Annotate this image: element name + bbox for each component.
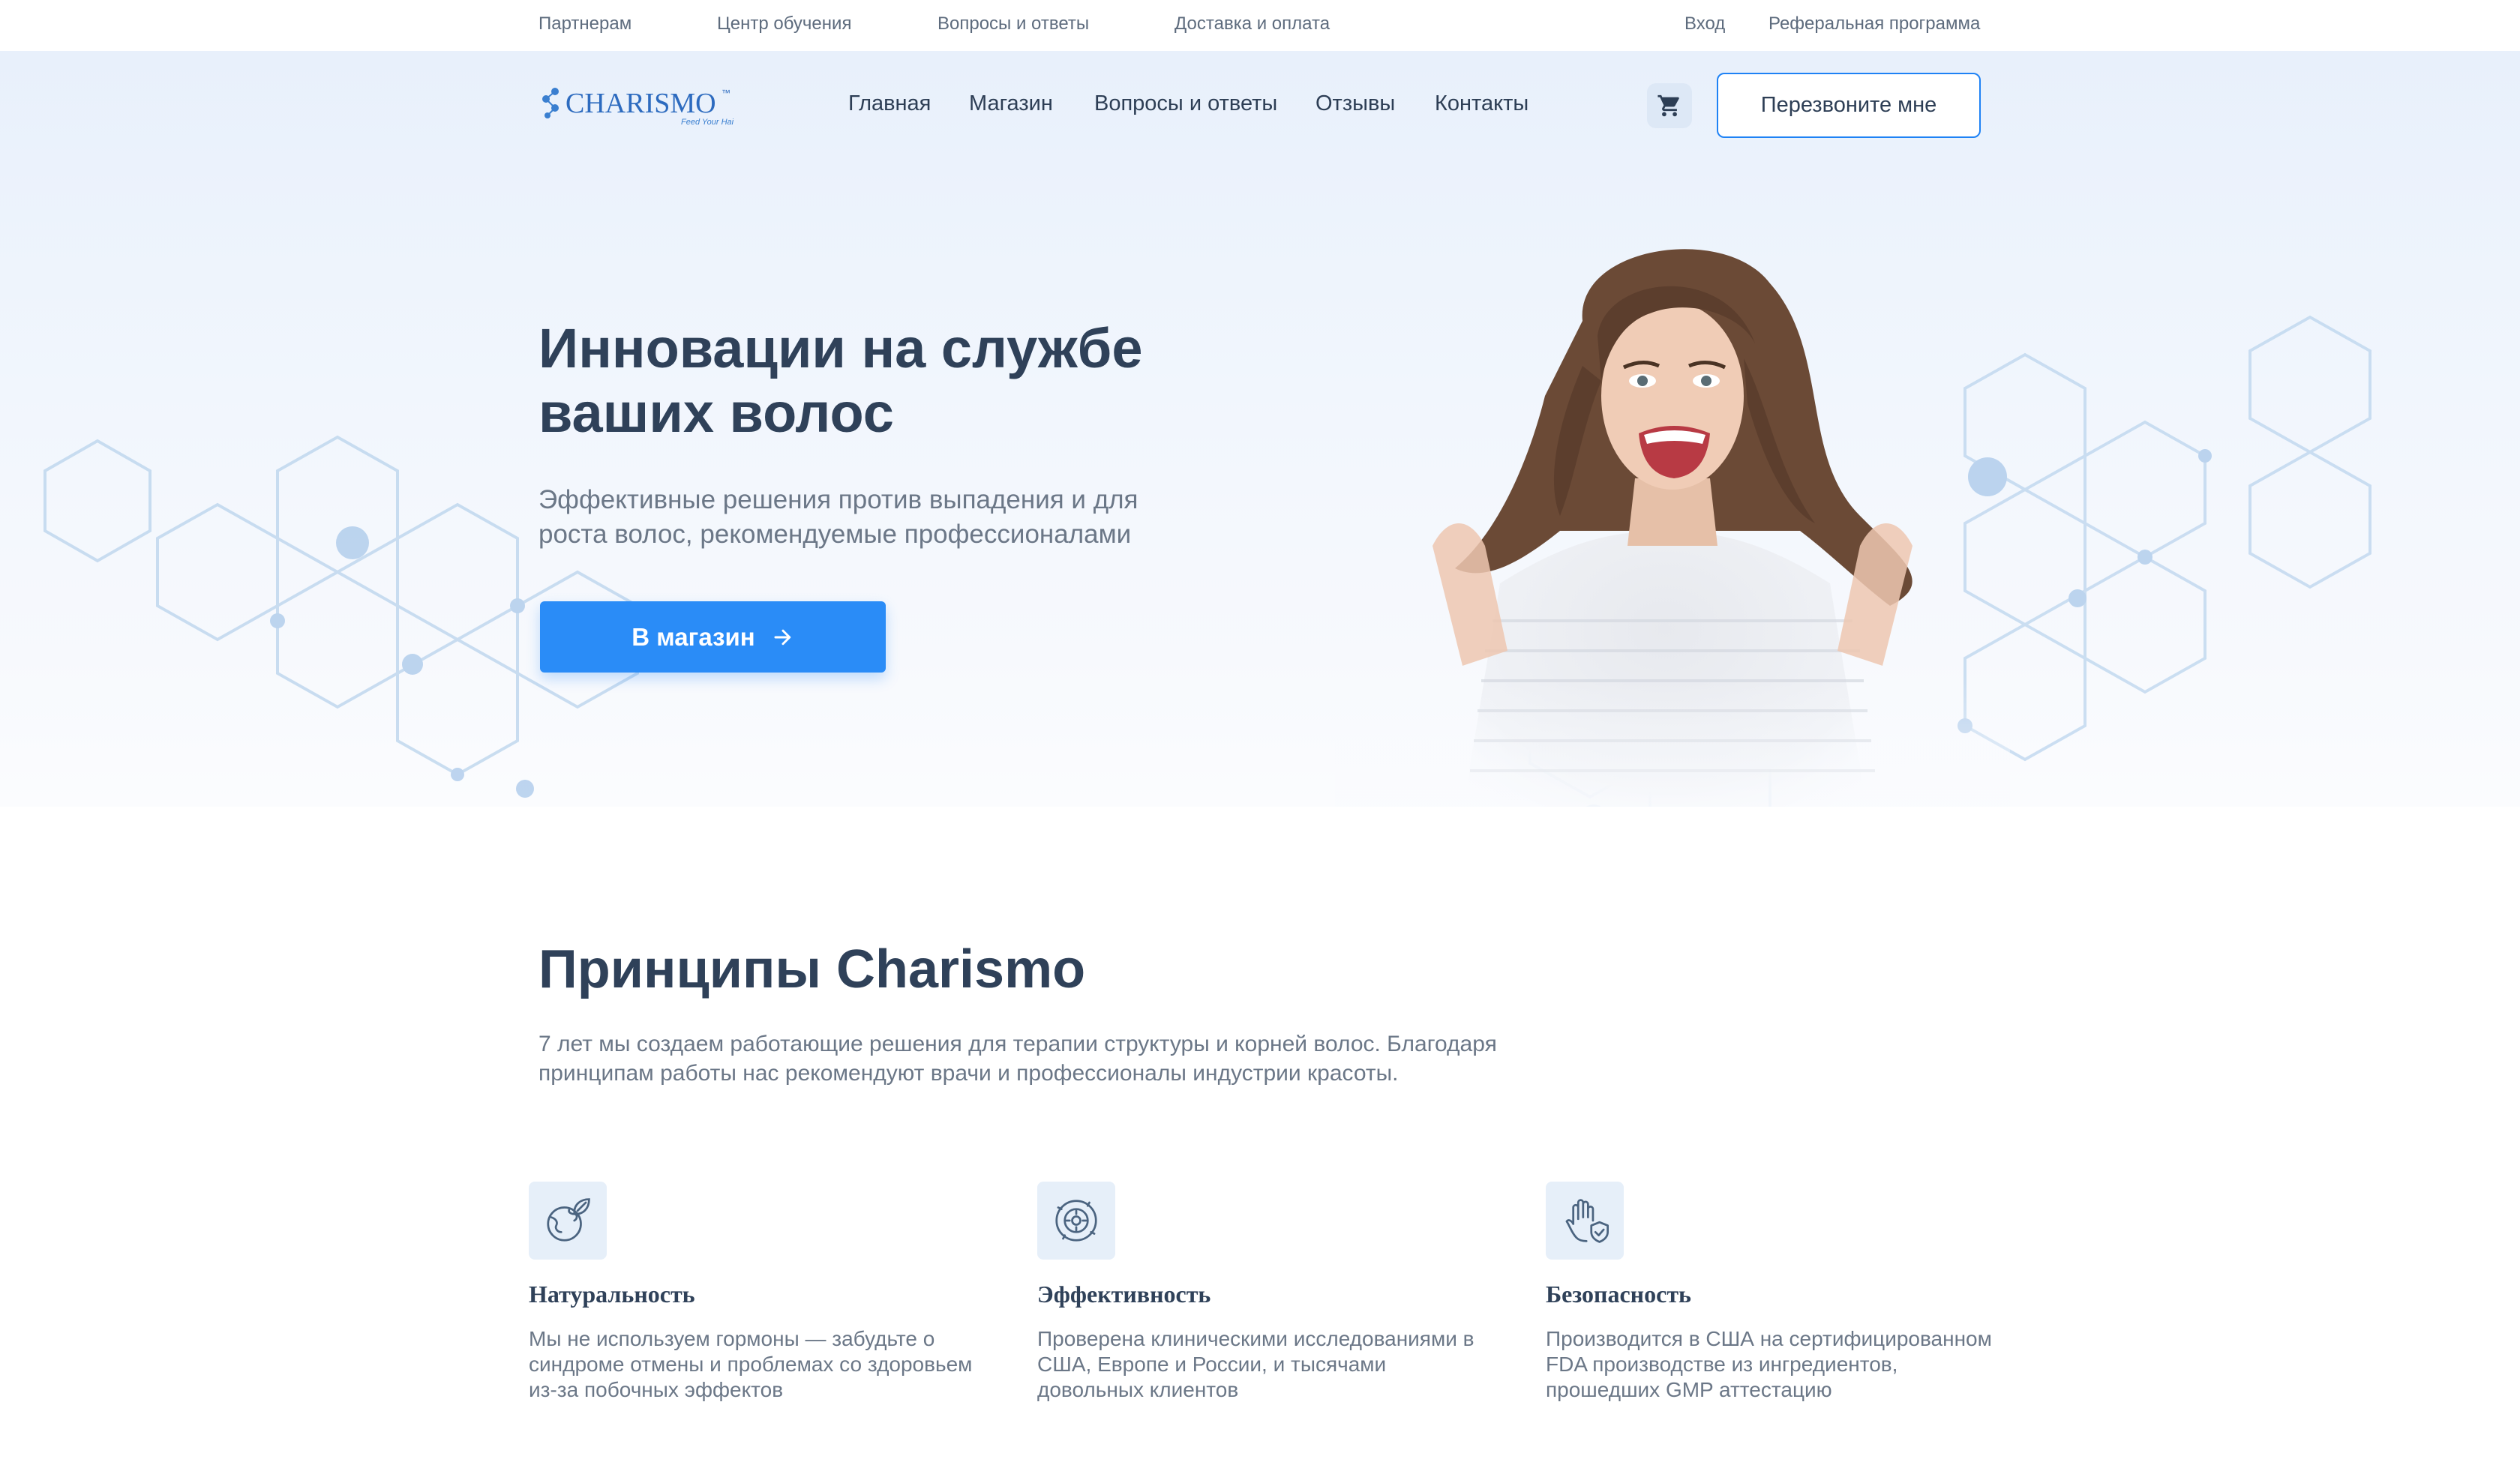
feature-naturalness: Натуральность Мы не используем гормоны —…: [529, 1182, 979, 1403]
earth-leaf-icon: [547, 1198, 590, 1242]
feature-text: Производится в США на сертифицированном …: [1546, 1327, 1992, 1401]
logo-tm: ™: [722, 88, 730, 98]
hero-woman-image: [1335, 249, 2010, 807]
feature-effectiveness: Эффективность Проверена клиническими исс…: [1037, 1182, 1487, 1403]
hero-title: Инновации на службе ваших волос: [538, 317, 1143, 444]
shop-cta-button[interactable]: В магазин: [540, 601, 886, 673]
feature-title: Натуральность: [529, 1281, 695, 1308]
nav-item-home[interactable]: Главная: [848, 91, 931, 116]
nav-item-reviews[interactable]: Отзывы: [1316, 91, 1395, 116]
nav-item-contacts[interactable]: Контакты: [1435, 91, 1528, 116]
hero-subtitle: Эффективные решения против выпадения и д…: [538, 485, 1138, 549]
topbar-link-delivery[interactable]: Доставка и оплата: [1174, 13, 1330, 34]
topbar-link-faq[interactable]: Вопросы и ответы: [938, 13, 1089, 34]
feature-icon-box: [1037, 1182, 1115, 1260]
cart-icon: [1658, 94, 1679, 117]
feature-title: Эффективность: [1037, 1281, 1211, 1308]
cart-button[interactable]: [1647, 83, 1692, 128]
charismo-logo[interactable]: CHARISMO ™ Feed Your Hair: [538, 82, 734, 127]
nav-item-faq[interactable]: Вопросы и ответы: [1094, 91, 1277, 116]
target-cycle-icon: [1055, 1200, 1097, 1242]
topbar-link-partners[interactable]: Партнерам: [538, 13, 632, 34]
top-utility-bar: Партнерам Центр обучения Вопросы и ответ…: [0, 0, 2520, 51]
feature-icon-box: [529, 1182, 607, 1260]
principles-title: Принципы Charismo: [538, 939, 1086, 999]
hand-shield-icon: [1565, 1199, 1609, 1243]
feature-safety: Безопасность Производится в США на серти…: [1546, 1182, 1996, 1403]
hero-section: [0, 51, 2520, 807]
feature-text: Мы не используем гормоны — забудьте о си…: [529, 1327, 973, 1401]
feature-icon-box: [1546, 1182, 1624, 1260]
topbar-link-training-center[interactable]: Центр обучения: [717, 13, 851, 34]
principles-description: 7 лет мы создаем работающие решения для …: [538, 1032, 1497, 1086]
callback-button[interactable]: Перезвоните мне: [1717, 73, 1981, 138]
logo-tagline: Feed Your Hair: [681, 118, 734, 127]
shop-cta-label: В магазин: [632, 622, 755, 651]
login-link[interactable]: Вход: [1684, 13, 1725, 34]
feature-title: Безопасность: [1546, 1281, 1691, 1308]
nav-item-shop[interactable]: Магазин: [969, 91, 1053, 116]
arrow-right-icon: [774, 629, 790, 645]
feature-text: Проверена клиническими исследованиями в …: [1037, 1327, 1474, 1401]
referral-link[interactable]: Реферальная программа: [1768, 13, 1980, 34]
logo-wordmark: CHARISMO: [566, 88, 716, 119]
